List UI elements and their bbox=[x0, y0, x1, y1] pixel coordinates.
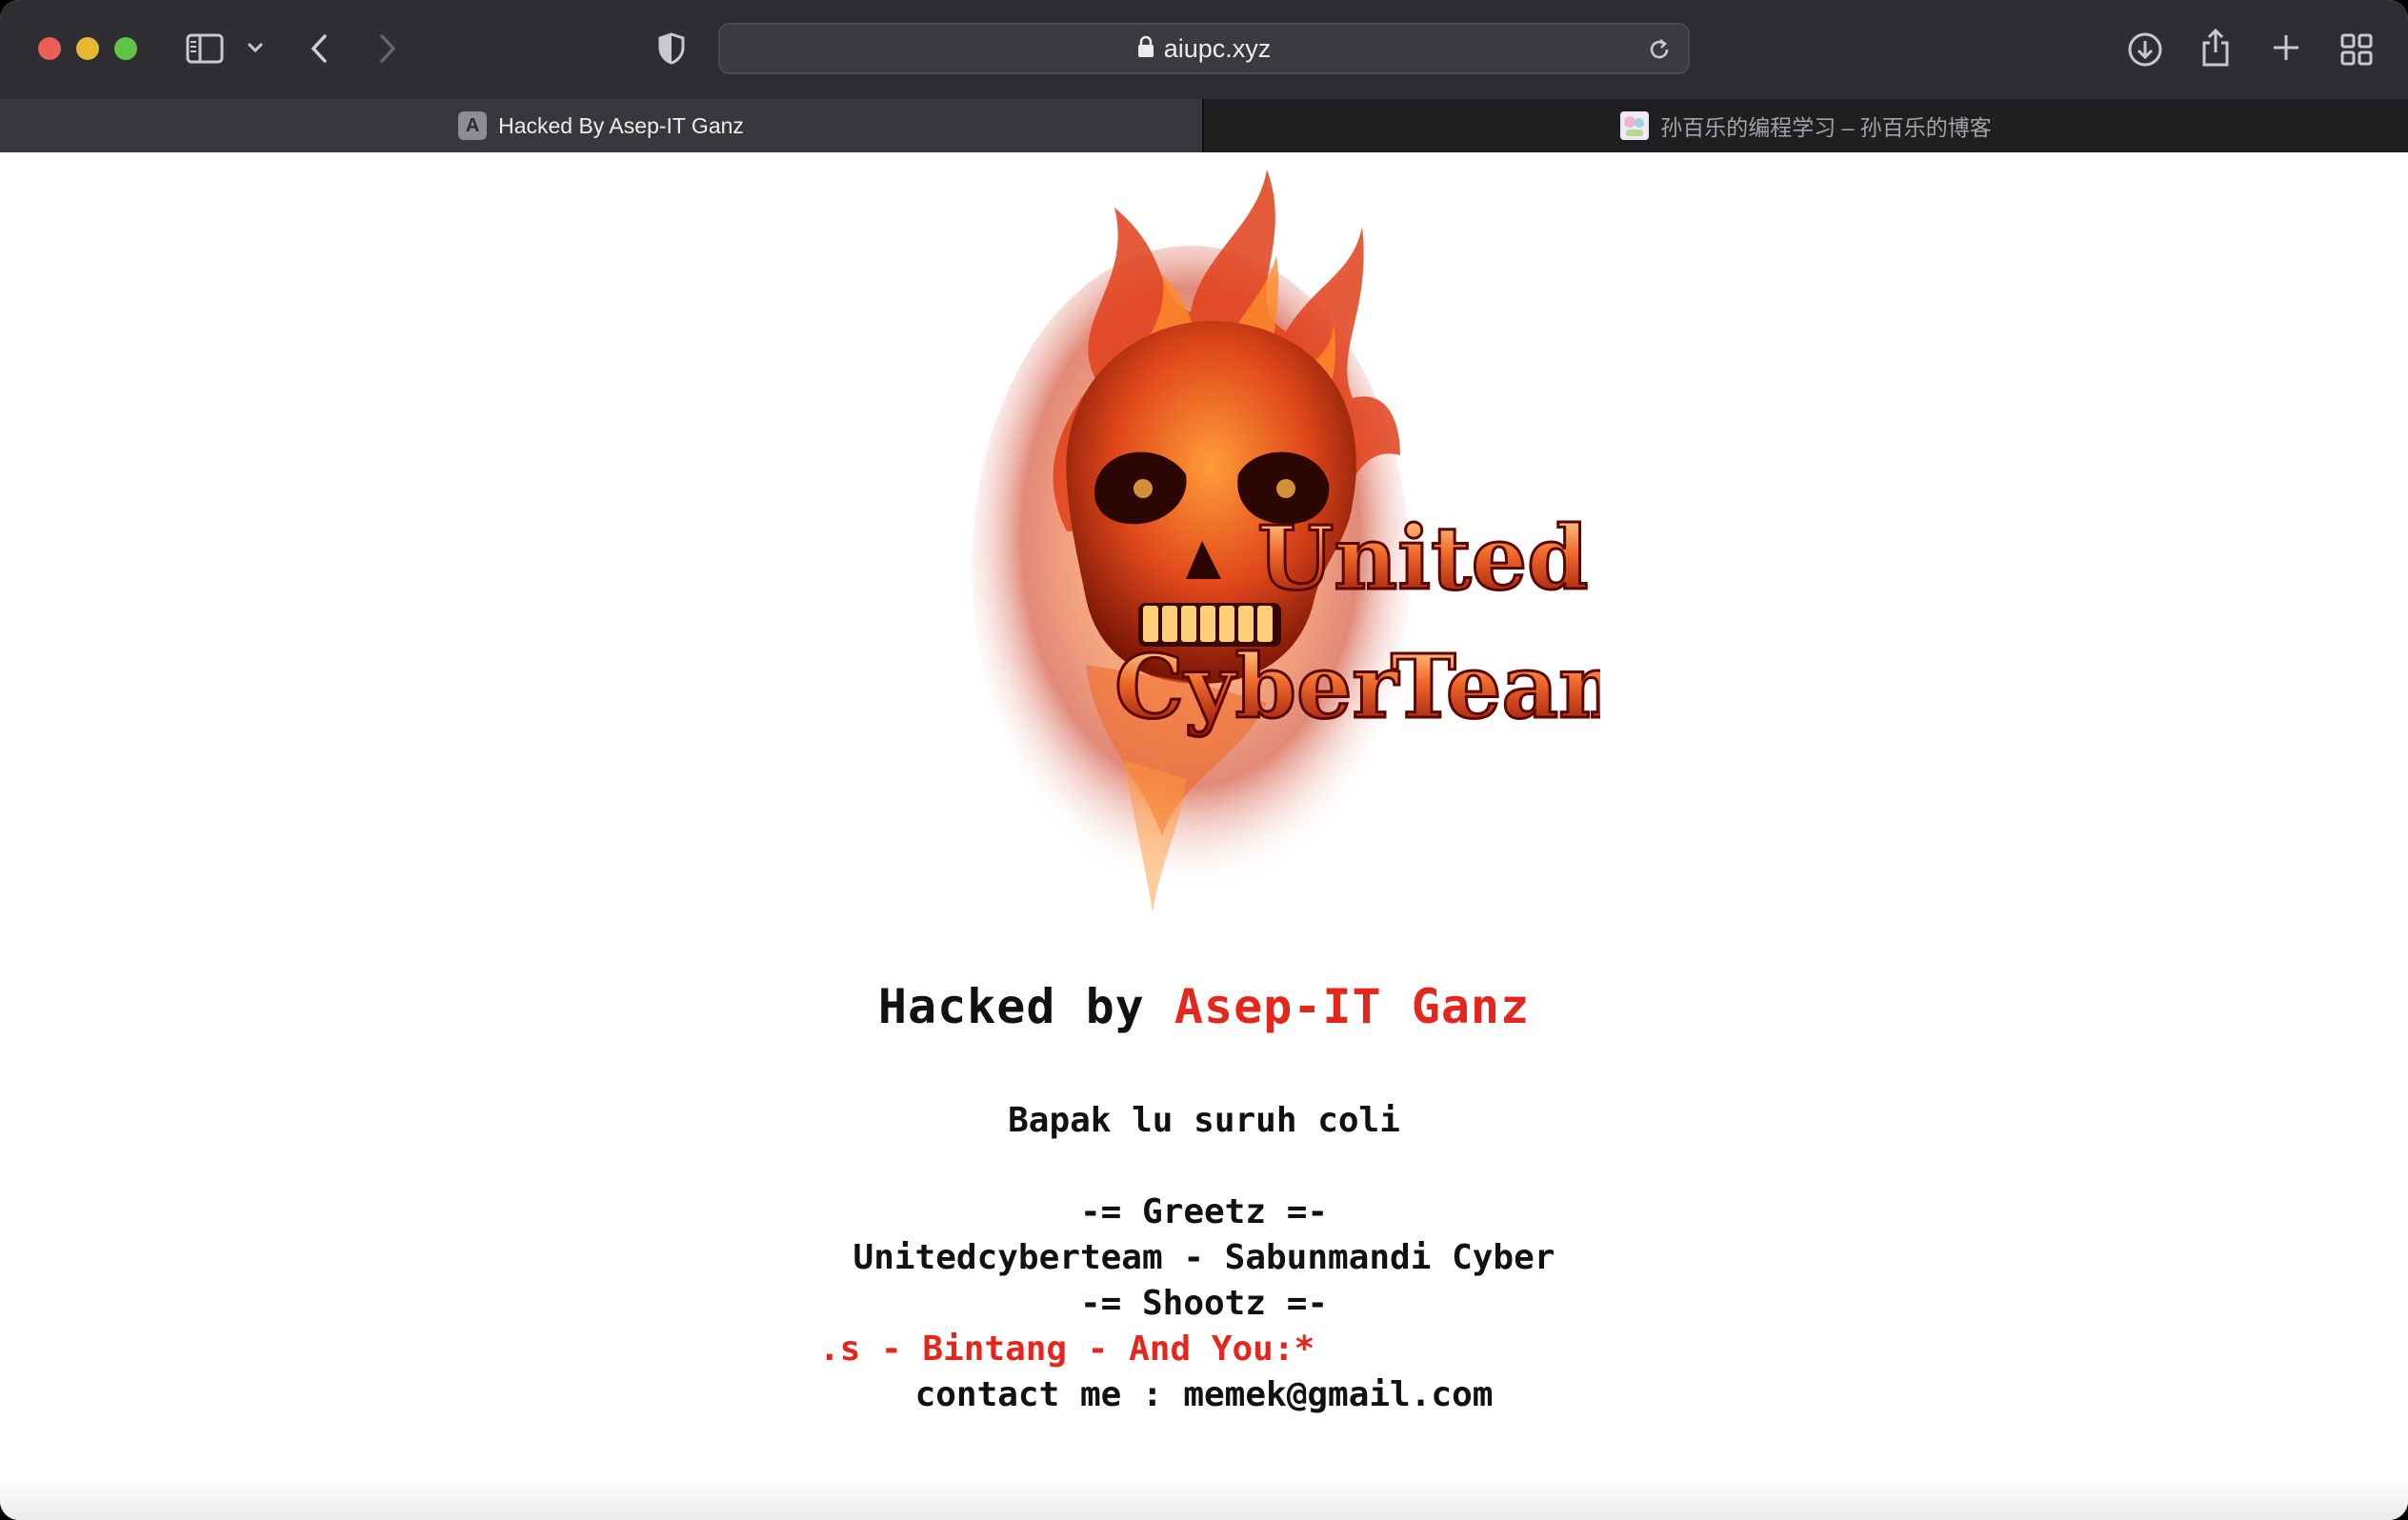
tab-hacked[interactable]: A Hacked By Asep-IT Ganz bbox=[0, 99, 1202, 152]
minimize-window-button[interactable] bbox=[76, 37, 99, 60]
maximize-window-button[interactable] bbox=[114, 37, 137, 60]
page-bottom-fade bbox=[0, 1478, 2408, 1520]
chevron-down-icon[interactable] bbox=[244, 36, 267, 59]
browser-window: aiupc.xyz A Hacked By Asep-IT Ganz 孙百乐的编… bbox=[0, 0, 2408, 1520]
contact-text: contact me : memek@gmail.com bbox=[914, 1375, 1494, 1414]
url-text: aiupc.xyz bbox=[1163, 33, 1272, 63]
tab-blog[interactable]: 孙百乐的编程学习 – 孙百乐的博客 bbox=[1204, 99, 2408, 152]
message-text: Bapak lu suruh coli bbox=[1008, 1101, 1400, 1140]
tab-bar: A Hacked By Asep-IT Ganz 孙百乐的编程学习 – 孙百乐的… bbox=[0, 99, 2408, 153]
page-title: Hacked by Asep-IT Ganz bbox=[0, 979, 2408, 1034]
chevron-left-icon[interactable] bbox=[303, 29, 335, 69]
share-icon[interactable] bbox=[2195, 25, 2237, 70]
browser-toolbar: aiupc.xyz bbox=[0, 0, 2408, 99]
shootz-header: -= Shootz =- bbox=[1079, 1284, 1329, 1323]
tab-title: 孙百乐的编程学习 – 孙百乐的博客 bbox=[1660, 115, 1992, 140]
logo-text-team: Team bbox=[1391, 635, 1600, 738]
logo-text-cyber: Cyber bbox=[1114, 635, 1400, 738]
grid-icon[interactable] bbox=[2338, 30, 2376, 69]
plus-icon[interactable] bbox=[2267, 29, 2305, 67]
hacker-name: Asep-IT Ganz bbox=[1174, 979, 1531, 1034]
shootz-marquee: .s - Bintang - And You:* bbox=[819, 1330, 1315, 1369]
sidebar-icon[interactable] bbox=[183, 29, 227, 69]
shield-icon[interactable] bbox=[653, 30, 690, 67]
address-bar[interactable]: aiupc.xyz bbox=[718, 23, 1690, 74]
logo-text-united: United bbox=[1257, 507, 1588, 610]
chevron-right-icon[interactable] bbox=[371, 29, 404, 69]
close-window-button[interactable] bbox=[38, 37, 61, 60]
flaming-skull-logo: United Cyber Team bbox=[972, 170, 1600, 912]
blog-favicon-icon bbox=[1620, 111, 1650, 140]
reload-icon[interactable] bbox=[1644, 34, 1675, 65]
tab-title: Hacked By Asep-IT Ganz bbox=[498, 112, 744, 138]
page-content: United Cyber Team Hacked by Asep-IT Ganz… bbox=[0, 152, 2408, 1520]
tab-favicon: A bbox=[458, 111, 488, 140]
title-prefix: Hacked by bbox=[877, 979, 1174, 1034]
lock-icon bbox=[1137, 35, 1154, 62]
greetz-header: -= Greetz =- bbox=[1079, 1192, 1329, 1231]
greetz-names: Unitedcyberteam - Sabunmandi Cyber bbox=[853, 1238, 1555, 1277]
download-icon[interactable] bbox=[2124, 29, 2166, 70]
